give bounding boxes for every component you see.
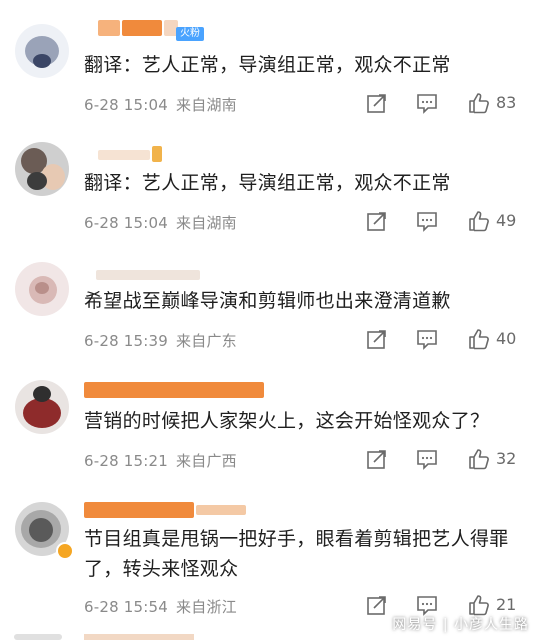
like-count: 83 <box>496 93 517 112</box>
comment-icon[interactable] <box>416 328 438 350</box>
like-count: 32 <box>496 449 517 468</box>
share-icon[interactable] <box>366 210 388 232</box>
comment-icon[interactable] <box>416 210 438 232</box>
comment-icon[interactable] <box>416 92 438 114</box>
comment-meta: 6-28 15:04 来自湖南 <box>84 212 245 233</box>
comment-item-2: 翻译：艺人正常，导演组正常，观众不正常 6-28 15:04 来自湖南 49 <box>0 120 535 240</box>
comment-meta: 6-28 15:54 来自浙江 <box>84 596 245 617</box>
comment-meta: 6-28 15:39 来自广东 <box>84 330 245 351</box>
comment-date: 6-28 15:04 <box>84 214 169 232</box>
thumbs-up-icon[interactable] <box>468 92 490 114</box>
comment-actions: 49 <box>360 210 530 234</box>
comment-icon[interactable] <box>416 448 438 470</box>
share-icon[interactable] <box>366 328 388 350</box>
comment-text: 希望战至巅峰导演和剪辑师也出来澄清道歉 <box>84 290 451 312</box>
username[interactable] <box>84 502 284 520</box>
avatar[interactable] <box>15 380 69 434</box>
comment-location: 来自湖南 <box>176 214 237 232</box>
verified-badge-icon <box>56 542 74 560</box>
username[interactable] <box>84 146 184 164</box>
username[interactable] <box>84 382 284 400</box>
share-icon[interactable] <box>366 594 388 616</box>
share-icon[interactable] <box>366 92 388 114</box>
comment-location: 来自湖南 <box>176 96 237 114</box>
comment-icon[interactable] <box>416 594 438 616</box>
comment-meta: 6-28 15:04 来自湖南 <box>84 94 245 115</box>
like-count: 40 <box>496 329 517 348</box>
username[interactable] <box>84 266 224 284</box>
comment-item-1: 火粉 翻译：艺人正常，导演组正常，观众不正常 6-28 15:04 来自湖南 83 <box>0 0 535 120</box>
comment-text: 营销的时候把人家架火上，这会开始怪观众了？ <box>84 410 490 432</box>
comment-text: 翻译：艺人正常，导演组正常，观众不正常 <box>84 172 451 194</box>
comment-text: 节目组真是甩锅一把好手，眼看着剪辑把艺人得罪了，转头来怪观众 <box>84 528 509 580</box>
comment-date: 6-28 15:39 <box>84 332 169 350</box>
fan-badge: 火粉 <box>176 27 204 41</box>
thumbs-up-icon[interactable] <box>468 448 490 470</box>
comment-item-4: 营销的时候把人家架火上，这会开始怪观众了？ 6-28 15:21 来自广西 32 <box>0 362 535 480</box>
avatar[interactable] <box>15 24 69 78</box>
watermark: 网易号 | 小彦人生路 <box>392 617 529 633</box>
comment-location: 来自广西 <box>176 452 237 470</box>
comment-item-3: 希望战至巅峰导演和剪辑师也出来澄清道歉 6-28 15:39 来自广东 40 <box>0 240 535 362</box>
avatar[interactable] <box>15 142 69 196</box>
thumbs-up-icon[interactable] <box>468 210 490 232</box>
like-count: 49 <box>496 211 517 230</box>
thumbs-up-icon[interactable] <box>468 594 490 616</box>
comment-actions: 32 <box>360 448 530 472</box>
comment-date: 6-28 15:04 <box>84 96 169 114</box>
comment-meta: 6-28 15:21 来自广西 <box>84 450 245 471</box>
comment-date: 6-28 15:54 <box>84 598 169 616</box>
comment-actions: 83 <box>360 92 530 116</box>
thumbs-up-icon[interactable] <box>468 328 490 350</box>
comment-location: 来自广东 <box>176 332 237 350</box>
comment-location: 来自浙江 <box>176 598 237 616</box>
comment-date: 6-28 15:21 <box>84 452 169 470</box>
comment-text: 翻译：艺人正常，导演组正常，观众不正常 <box>84 54 451 76</box>
comment-actions: 40 <box>360 328 530 352</box>
like-count: 21 <box>496 595 517 614</box>
avatar[interactable] <box>15 262 69 316</box>
share-icon[interactable] <box>366 448 388 470</box>
